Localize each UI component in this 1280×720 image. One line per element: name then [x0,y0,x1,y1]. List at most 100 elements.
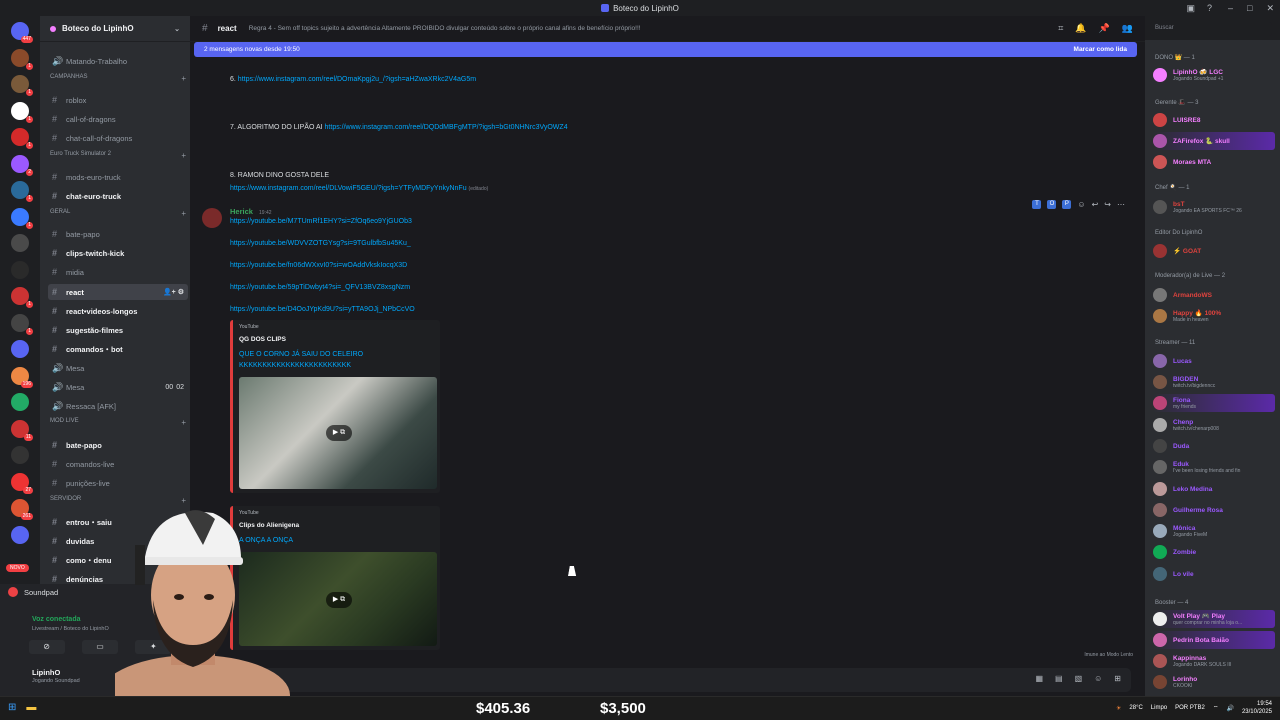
channel-item[interactable]: # punições-live [48,475,188,491]
member-item[interactable]: LipinhO 🍻 LGC Jogando Soundpad +1 [1153,66,1275,84]
camera-off-icon[interactable]: ⊘ [28,640,65,654]
mark-as-read-button[interactable]: Marcar como lida [1074,46,1127,53]
help-icon[interactable]: ? [1207,3,1212,13]
server-icon[interactable]: 447 [11,22,33,43]
voice-channel[interactable]: Livestream / Boteco do LipinhO [32,626,109,632]
server-icon[interactable]: 11 [11,419,33,441]
add-channel-icon[interactable]: + [181,209,186,218]
windows-start-icon[interactable]: ⊞ [8,702,16,713]
channel-item[interactable]: 🔊 Ressaca [AFK] [48,398,188,414]
server-icon[interactable]: 2 [11,154,33,176]
inbox-icon[interactable]: ▣ [1186,3,1195,14]
channel-item[interactable]: # react•videos-longos [48,303,188,319]
member-item[interactable]: bsT Jogando EA SPORTS FC™ 26 [1153,198,1275,216]
add-channel-icon[interactable]: + [181,418,186,427]
server-icon[interactable]: 261 [11,499,33,520]
channel-item[interactable]: # chat-call-of-dragons [48,130,188,146]
server-icon[interactable] [11,393,29,411]
channel-category[interactable]: Euro Truck Simulator 2 + [50,151,186,160]
reaction-p-icon[interactable]: P [1062,200,1072,209]
server-icon[interactable]: 1 [11,128,33,149]
member-item[interactable]: ArmandoWS [1153,286,1275,304]
server-icon[interactable] [11,446,29,464]
sticker-icon[interactable]: ▧ [1075,674,1083,683]
channel-settings-icon[interactable]: 👤+ ⚙ [163,288,184,296]
server-icon[interactable]: 1 [11,181,33,202]
message-link[interactable]: https://www.instagram.com/reel/DQDdMBFgM… [325,124,568,131]
message-link[interactable]: https://www.instagram.com/reel/DOmaKpgj2… [238,76,476,83]
channel-item[interactable]: 🔊 Matando-Trabalho [48,53,188,69]
server-icon[interactable] [11,234,29,252]
threads-icon[interactable]: ⌗ [1058,23,1063,34]
member-item[interactable]: Zombie [1153,543,1275,561]
pin-icon[interactable]: 📌 [1099,23,1110,34]
member-item[interactable]: LUISRE8 [1153,111,1275,129]
minimize-button[interactable]: – [1228,3,1233,13]
member-item[interactable]: Eduk I've been losing friends and fin [1153,458,1275,476]
member-item[interactable]: Lo vile [1153,565,1275,583]
new-messages-bar[interactable]: 2 mensagens novas desde 19:50 Marcar com… [194,42,1137,57]
member-item[interactable]: ZAFirefox 🐍 skull [1153,132,1275,150]
server-icon[interactable]: 1 [11,313,33,335]
channel-item[interactable]: 🔊 Mesa 00 02 [48,379,188,395]
channel-category[interactable]: GERAL + [50,209,186,218]
server-icon[interactable] [11,260,29,279]
message-link[interactable]: https://www.instagram.com/reel/DLVowiF5G… [230,185,467,192]
clock[interactable]: 19:54 23/10/2025 [1242,700,1272,716]
channel-item[interactable]: # clips-twitch-kick [48,245,188,261]
channel-topic[interactable]: Regra 4 - Sem off topics sujeito a adver… [249,25,641,32]
search-input[interactable]: Buscar [1150,22,1272,36]
youtube-link[interactable]: https://youtube.be/fn06dWXxvI0?si=wOAddV… [230,262,407,269]
member-item[interactable]: Leko Medina [1153,480,1275,498]
youtube-link[interactable]: https://youtube.be/M7TUmRf1EHY?si=ZfOq6e… [230,218,412,225]
more-icon[interactable]: ⋯ [1117,200,1125,209]
member-item[interactable]: BIGDEN twitch.tv/bigdenncc [1153,373,1275,391]
reply-icon[interactable]: ↩ [1092,200,1099,209]
server-icon[interactable]: 1 [11,75,33,96]
server-icon[interactable] [11,340,29,358]
server-icon[interactable]: 27 [11,472,33,494]
channel-item[interactable]: # react 👤+ ⚙ [48,284,188,300]
member-item[interactable]: Lorinho CKOOKI [1153,673,1275,691]
server-icon[interactable]: 1 [11,207,33,229]
embed-title[interactable]: QUE O CORNO JÁ SAIU DO CELEIRO KKKKKKKKK… [239,349,434,371]
close-button[interactable]: ✕ [1266,3,1274,14]
channel-item[interactable]: # roblox [48,92,188,108]
channel-item[interactable]: # bate-papo [48,226,188,242]
member-item[interactable]: Moraes MTA [1153,153,1275,171]
username[interactable]: LipinhO [32,668,60,677]
volume-icon[interactable]: 🔊 [1226,705,1233,712]
server-icon[interactable]: 1 [11,101,33,123]
member-item[interactable]: Kappinnas Jogando DARK SOULS III [1153,652,1275,670]
soundpad-activity[interactable]: Soundpad [8,587,58,597]
channel-category[interactable]: MOD LIVE + [50,418,186,427]
channel-item[interactable]: # chat-euro-truck [48,188,188,204]
guild-header[interactable]: Boteco do LipinhO ⌄ [40,16,190,42]
member-item[interactable]: Lucas [1153,352,1275,370]
channel-category[interactable]: CAMPANHAS + [50,74,186,83]
file-explorer-icon[interactable]: ▬ [26,702,36,713]
message-author[interactable]: Herick 19:42 [230,207,272,216]
voice-status[interactable]: Voz conectada [32,616,81,623]
server-icon[interactable]: 1 [11,287,33,308]
channel-category[interactable]: SERVIDOR + [50,496,186,505]
forward-icon[interactable]: ↪ [1104,200,1111,209]
apps-icon[interactable]: ⊞ [1114,674,1121,683]
channel-item[interactable]: # mods-euro-truck [48,169,188,185]
screen-share-icon[interactable]: ▭ [81,640,118,654]
channel-item[interactable]: # bate-papo [48,437,188,453]
gif-icon[interactable]: ▤ [1055,674,1063,683]
channel-item[interactable]: # call-of-dragons [48,111,188,127]
emoji-icon[interactable]: ☺ [1094,674,1102,683]
member-item[interactable]: Fiona my friends [1153,394,1275,412]
wifi-icon[interactable]: ⌔ [1213,704,1219,712]
member-item[interactable]: Chenp twitch.tv/chenarp008 [1153,416,1275,434]
video-thumbnail[interactable]: ▶ ⧉ [239,377,437,489]
chevron-down-icon[interactable]: ⌄ [174,25,180,33]
member-item[interactable]: ⚡ GOAT [1153,242,1275,260]
server-icon[interactable] [11,525,29,544]
member-item[interactable]: Mônica Jogando FiveM [1153,522,1275,540]
language-indicator[interactable]: POR PTB2 [1175,705,1205,711]
reaction-o-icon[interactable]: O [1047,200,1057,209]
add-channel-icon[interactable]: + [181,151,186,160]
